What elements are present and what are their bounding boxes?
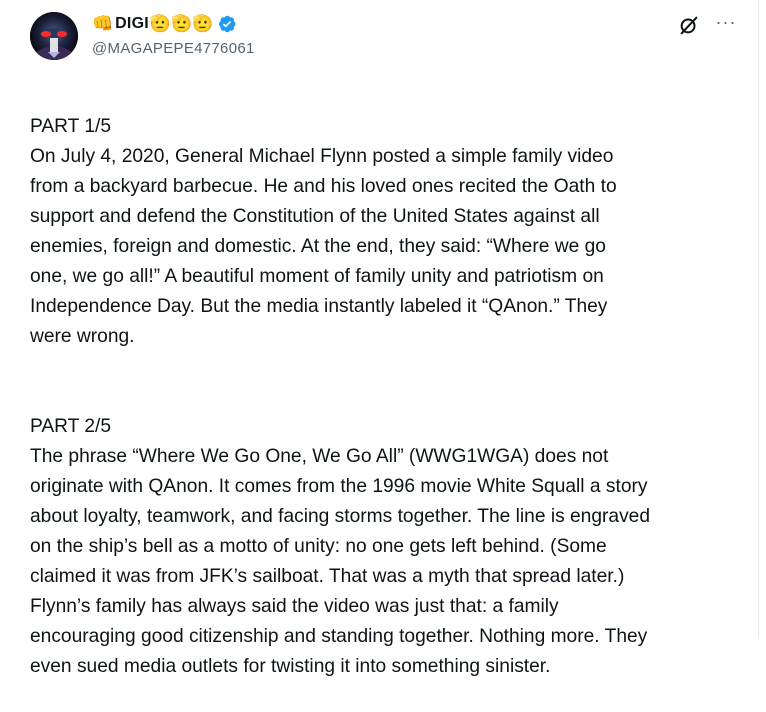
fist-emoji: 👊 xyxy=(92,14,114,33)
avatar-image xyxy=(30,12,78,60)
grok-icon[interactable] xyxy=(678,14,700,36)
salute-emoji: 🫡 xyxy=(149,14,172,33)
salute-emoji: 🫡 xyxy=(192,14,214,33)
more-icon[interactable]: ··· xyxy=(714,12,738,36)
verified-badge-icon[interactable] xyxy=(217,14,237,34)
author-name-row[interactable]: 👊 DIGI 🫡 🫡 🫡 xyxy=(92,13,237,35)
salute-emoji: 🫡 xyxy=(171,14,193,33)
post-card: 👊 DIGI 🫡 🫡 🫡 @MAGAPEPE4776061 ··· PART 1… xyxy=(0,0,759,677)
author-handle[interactable]: @MAGAPEPE4776061 xyxy=(92,40,255,57)
avatar[interactable] xyxy=(30,12,78,60)
post-paragraph: PART 2/5 The phrase “Where We Go One, We… xyxy=(30,416,651,677)
post-text: PART 1/5 On July 4, 2020, General Michae… xyxy=(30,82,745,712)
post-paragraph: PART 1/5 On July 4, 2020, General Michae… xyxy=(30,116,617,347)
display-name[interactable]: DIGI xyxy=(115,15,149,33)
